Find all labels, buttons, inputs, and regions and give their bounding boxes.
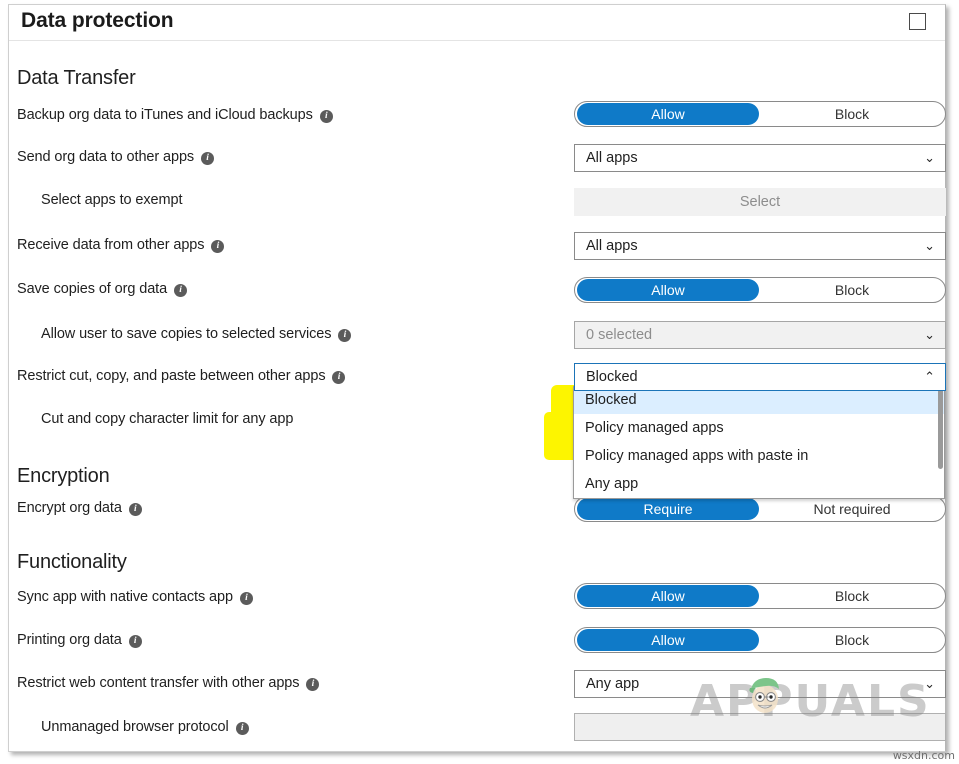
row-label-allow-user-save: Allow user to save copies to selected se… [41, 326, 352, 342]
toggle-option-allow[interactable]: Allow [577, 103, 759, 125]
panel-header: Data protection [9, 5, 945, 41]
row-label-unmanaged-browser: Unmanaged browser protocol i [41, 719, 249, 735]
toggle-option-not-required[interactable]: Not required [761, 498, 943, 520]
info-icon[interactable]: i [211, 240, 225, 253]
toggle-option-require[interactable]: Require [577, 498, 759, 520]
row-label-encrypt-org-data-text: Encrypt org data [17, 500, 122, 516]
chevron-down-icon: ⌄ [924, 150, 935, 165]
dropdown-option-policy-managed-apps-paste-in[interactable]: Policy managed apps with paste in [574, 442, 944, 470]
maximize-icon[interactable] [909, 13, 926, 30]
dropdown-value: All apps [586, 238, 638, 254]
dropdown-list-restrict-ccp[interactable]: Blocked Policy managed apps Policy manag… [573, 386, 945, 499]
chevron-down-icon: ⌄ [924, 327, 935, 342]
info-icon[interactable]: i [128, 503, 142, 516]
dropdown-value: Any app [586, 676, 640, 692]
dropdown-send-org-data[interactable]: All apps ⌄ [574, 144, 946, 172]
row-label-encrypt-org-data: Encrypt org data i [17, 500, 142, 516]
toggle-option-allow[interactable]: Allow [577, 585, 759, 607]
row-label-receive-data-text: Receive data from other apps [17, 237, 205, 253]
row-label-sync-contacts-text: Sync app with native contacts app [17, 589, 233, 605]
row-label-receive-data: Receive data from other apps i [17, 237, 225, 253]
data-protection-panel: Data protection Data Transfer Backup org… [8, 4, 946, 752]
row-label-select-apps-to-exempt: Select apps to exempt [41, 192, 182, 208]
info-icon[interactable]: i [338, 329, 352, 342]
chevron-down-icon: ⌄ [924, 238, 935, 253]
row-label-send-org-data: Send org data to other apps i [17, 149, 215, 165]
row-label-restrict-web-content: Restrict web content transfer with other… [17, 675, 320, 691]
dropdown-value: All apps [586, 150, 638, 166]
toggle-option-allow[interactable]: Allow [577, 279, 759, 301]
toggle-option-block[interactable]: Block [761, 103, 943, 125]
toggle-option-block[interactable]: Block [761, 279, 943, 301]
row-label-backup-org-data-text: Backup org data to iTunes and iCloud bac… [17, 107, 313, 123]
row-label-restrict-web-content-text: Restrict web content transfer with other… [17, 675, 300, 691]
dropdown-option-policy-managed-apps[interactable]: Policy managed apps [574, 414, 944, 442]
row-label-allow-user-save-text: Allow user to save copies to selected se… [41, 326, 332, 342]
page-title: Data protection [21, 9, 174, 32]
section-heading-data-transfer: Data Transfer [17, 67, 136, 89]
toggle-option-block[interactable]: Block [761, 629, 943, 651]
section-heading-functionality: Functionality [17, 551, 127, 573]
info-icon[interactable]: i [235, 722, 249, 735]
toggle-save-copies[interactable]: Allow Block [574, 277, 946, 303]
watermark-credit: wsxdn.com [892, 749, 955, 762]
row-label-send-org-data-text: Send org data to other apps [17, 149, 195, 165]
toggle-backup-org-data[interactable]: Allow Block [574, 101, 946, 127]
row-label-printing-org-data: Printing org data i [17, 632, 142, 648]
info-icon[interactable]: i [128, 635, 142, 648]
toggle-sync-contacts[interactable]: Allow Block [574, 583, 946, 609]
toggle-encrypt-org-data[interactable]: Require Not required [574, 496, 946, 522]
chevron-down-icon: ⌄ [924, 676, 935, 691]
row-label-sync-contacts: Sync app with native contacts app i [17, 589, 253, 605]
info-icon[interactable]: i [306, 678, 320, 691]
unmanaged-browser-input[interactable] [574, 713, 946, 741]
dropdown-restrict-web-content[interactable]: Any app ⌄ [574, 670, 946, 698]
dropdown-allow-user-save[interactable]: 0 selected ⌄ [574, 321, 946, 349]
toggle-printing-org-data[interactable]: Allow Block [574, 627, 946, 653]
row-label-char-limit: Cut and copy character limit for any app [41, 411, 293, 427]
dropdown-value: 0 selected [586, 327, 653, 343]
chevron-up-icon: ⌃ [924, 369, 935, 384]
select-apps-button[interactable]: Select [574, 188, 946, 216]
row-label-printing-org-data-text: Printing org data [17, 632, 122, 648]
info-icon[interactable]: i [332, 371, 346, 384]
row-label-restrict-ccp-text: Restrict cut, copy, and paste between ot… [17, 368, 326, 384]
toggle-option-block[interactable]: Block [761, 585, 943, 607]
dropdown-scrollbar[interactable] [938, 387, 943, 469]
info-icon[interactable]: i [319, 110, 333, 123]
screenshot-root: Data protection Data Transfer Backup org… [0, 0, 959, 764]
row-label-backup-org-data: Backup org data to iTunes and iCloud bac… [17, 107, 333, 123]
dropdown-receive-data[interactable]: All apps ⌄ [574, 232, 946, 260]
section-heading-encryption: Encryption [17, 465, 110, 487]
row-label-save-copies-text: Save copies of org data [17, 281, 168, 297]
row-label-select-apps-to-exempt-text: Select apps to exempt [41, 192, 183, 208]
row-label-unmanaged-browser-text: Unmanaged browser protocol [41, 719, 229, 735]
row-label-char-limit-text: Cut and copy character limit for any app [41, 411, 294, 427]
row-label-save-copies: Save copies of org data i [17, 281, 188, 297]
toggle-option-allow[interactable]: Allow [577, 629, 759, 651]
info-icon[interactable]: i [174, 284, 188, 297]
info-icon[interactable]: i [201, 152, 215, 165]
info-icon[interactable]: i [239, 592, 253, 605]
dropdown-option-any-app[interactable]: Any app [574, 470, 944, 498]
dropdown-restrict-ccp[interactable]: Blocked ⌃ [574, 363, 946, 391]
row-label-restrict-ccp: Restrict cut, copy, and paste between ot… [17, 368, 346, 384]
dropdown-value: Blocked [586, 369, 638, 385]
